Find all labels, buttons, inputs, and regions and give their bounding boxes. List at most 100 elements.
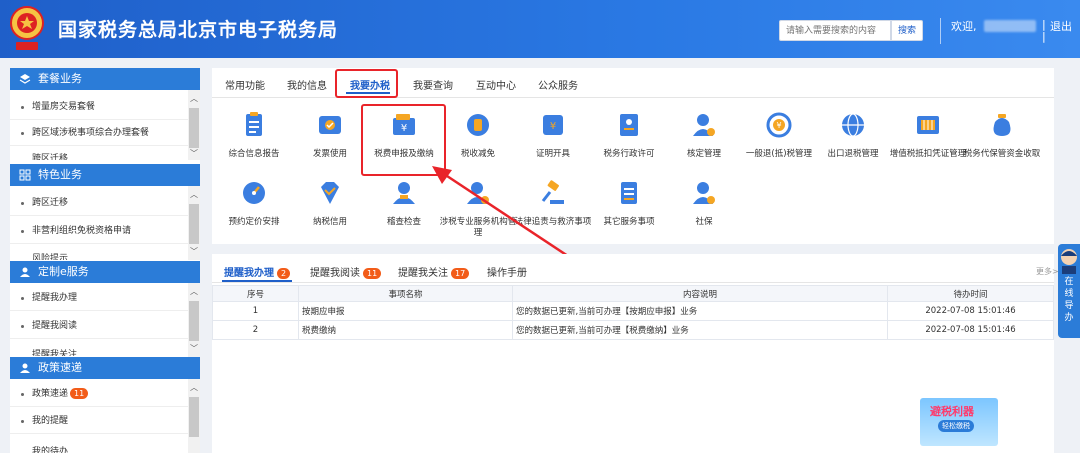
search-button[interactable]: 搜索 — [891, 20, 923, 41]
more-link[interactable]: 更多> — [1036, 266, 1059, 277]
rtab-label: 提醒我阅读 — [310, 268, 360, 279]
func-label: 综合信息报告 — [228, 149, 280, 159]
search-input[interactable] — [779, 20, 891, 41]
scroll-thumb[interactable] — [189, 204, 199, 244]
rtab-label: 提醒我关注 — [398, 268, 448, 279]
reminders-table: 序号 事项名称 内容说明 待办时间 1 按期应申报 您的数据已更新,当前可办理【… — [212, 285, 1054, 340]
func-refund[interactable]: ¥ 一般退(抵)税管理 — [739, 110, 819, 160]
id-card-icon — [620, 114, 638, 136]
user-gear-icon — [693, 182, 715, 204]
scroll-thumb[interactable] — [189, 301, 199, 341]
scroll-down-icon[interactable]: ﹀ — [188, 343, 200, 354]
func-invoice[interactable]: 发票使用 — [290, 110, 370, 160]
sidebar-section-title: 定制e服务 — [38, 265, 89, 278]
func-other-services[interactable]: 其它服务事项 — [589, 178, 669, 228]
cell-no: 2 — [212, 320, 299, 340]
cell-name[interactable]: 按期应申报 — [298, 301, 513, 321]
col-header: 序号 — [212, 285, 299, 302]
func-pricing[interactable]: 预约定价安排 — [214, 178, 294, 228]
func-label: 预约定价安排 — [228, 217, 280, 227]
table-row[interactable]: 2 税费缴纳 您的数据已更新,当前可办理【税费缴纳】业务 2022-07-08 … — [212, 320, 1054, 340]
svg-text:¥: ¥ — [776, 121, 781, 130]
cell-name[interactable]: 税费缴纳 — [298, 320, 513, 340]
scroll-up-icon[interactable]: ︿ — [188, 382, 200, 393]
active-reminder-underline — [222, 280, 292, 282]
sidebar-section-title: 政策速递 — [38, 361, 82, 374]
coin-icon — [467, 114, 489, 136]
sidebar-item[interactable]: 提醒我办理 — [10, 285, 188, 311]
sidebar-section-custom[interactable]: 定制e服务 — [10, 261, 200, 283]
refund-cycle-icon: ¥ — [766, 112, 792, 138]
sidebar-item[interactable]: 我的待办 — [10, 443, 188, 453]
promo-title: 避税利器 — [930, 405, 974, 418]
scroll-down-icon[interactable]: ﹀ — [188, 148, 200, 159]
func-assessment[interactable]: 核定管理 — [664, 110, 744, 160]
table-row[interactable]: 1 按期应申报 您的数据已更新,当前可办理【按期应申报】业务 2022-07-0… — [212, 301, 1054, 321]
func-credit[interactable]: 纳税信用 — [290, 178, 370, 228]
sidebar-item[interactable]: 跨区迁移 — [10, 150, 188, 160]
sidebar-item[interactable]: 我的提醒 — [10, 408, 188, 434]
func-label: 社保 — [695, 217, 713, 227]
sidebar: 套餐业务 增量房交易套餐 跨区域涉税事项综合办理套餐 跨区迁移 ︿ ﹀ 特色业务… — [10, 68, 200, 453]
sidebar-section-title: 套餐业务 — [38, 72, 82, 85]
assistant-avatar-icon — [1061, 249, 1077, 274]
func-label: 出口退税管理 — [827, 149, 879, 159]
rtab-label: 操作手册 — [487, 268, 527, 279]
cell-desc: 您的数据已更新,当前可办理【税费缴纳】业务 — [512, 320, 888, 340]
tab-query[interactable]: 我要查询 — [413, 77, 453, 92]
layers-icon — [19, 74, 31, 84]
logout-link[interactable]: 退出 — [1050, 18, 1072, 34]
func-info-report[interactable]: 综合信息报告 — [214, 110, 294, 160]
sidebar-scrollbar[interactable]: ︿ ﹀ — [188, 90, 200, 160]
rtab-label: 提醒我办理 — [224, 268, 274, 279]
sidebar-section-package[interactable]: 套餐业务 — [10, 68, 200, 90]
sidebar-item[interactable]: 提醒我关注 — [10, 346, 188, 356]
scroll-down-icon[interactable]: ﹀ — [188, 246, 200, 257]
func-tax-relief[interactable]: 税收减免 — [438, 110, 518, 160]
count-badge: 11 — [363, 268, 382, 279]
document-list-icon — [621, 182, 637, 204]
rtab-todo[interactable]: 提醒我办理 2 — [224, 264, 291, 279]
rtab-manual[interactable]: 操作手册 — [487, 264, 527, 279]
sidebar-item-policy-express[interactable]: 政策速递 11 — [10, 381, 188, 407]
scroll-up-icon[interactable]: ︿ — [188, 189, 200, 200]
promo-banner[interactable]: 避税利器 轻松缴税 — [920, 398, 998, 446]
sidebar-section-policy[interactable]: 政策速递 — [10, 357, 200, 379]
tab-common[interactable]: 常用功能 — [225, 77, 265, 92]
sidebar-item[interactable]: 跨区迁移 — [10, 190, 188, 216]
func-label: 发票使用 — [312, 149, 347, 159]
func-admin-license[interactable]: 税务行政许可 — [589, 110, 669, 160]
inspector-icon — [393, 182, 415, 204]
sidebar-item[interactable]: 跨区域涉税事项综合办理套餐 — [10, 120, 188, 146]
scroll-up-icon[interactable]: ︿ — [188, 93, 200, 104]
func-custody-funds[interactable]: 税务代保管资金收取 — [962, 110, 1042, 160]
sidebar-item[interactable]: 提醒我阅读 — [10, 313, 188, 339]
func-vat-deduction[interactable]: 增值税抵扣凭证管理 — [888, 110, 968, 160]
voucher-icon — [917, 116, 939, 134]
func-certificate[interactable]: ¥ 证明开具 — [513, 110, 593, 160]
func-social-security[interactable]: 社保 — [664, 178, 744, 228]
scroll-thumb[interactable] — [189, 108, 199, 148]
sidebar-scrollbar[interactable]: ︿ ﹀ — [188, 186, 200, 260]
rtab-follow[interactable]: 提醒我关注 17 — [398, 264, 470, 279]
func-label: 增值税抵扣凭证管理 — [889, 149, 967, 159]
rtab-read[interactable]: 提醒我阅读 11 — [310, 264, 382, 279]
tab-my-info[interactable]: 我的信息 — [287, 77, 327, 92]
sidebar-section-featured[interactable]: 特色业务 — [10, 164, 200, 186]
tab-interaction[interactable]: 互动中心 — [476, 77, 516, 92]
user-gear-icon — [693, 114, 715, 136]
reminders-tab-divider — [212, 282, 1054, 283]
tab-public-service[interactable]: 公众服务 — [538, 77, 578, 92]
col-header: 内容说明 — [512, 285, 888, 302]
sidebar-scrollbar[interactable]: ︿ ﹀ — [188, 283, 200, 357]
sidebar-item[interactable]: 风险提示 — [10, 250, 188, 260]
func-label: 一般退(抵)税管理 — [745, 149, 813, 159]
sidebar-scrollbar[interactable]: ︿ — [188, 379, 200, 453]
scroll-thumb[interactable] — [189, 397, 199, 437]
sidebar-item[interactable]: 增量房交易套餐 — [10, 94, 188, 120]
sidebar-item[interactable]: 非营利组织免税资格申请 — [10, 218, 188, 244]
scroll-up-icon[interactable]: ︿ — [188, 286, 200, 297]
func-label: 税务代保管资金收取 — [963, 149, 1041, 159]
func-export-refund[interactable]: 出口退税管理 — [813, 110, 893, 160]
diamond-icon — [321, 182, 339, 204]
